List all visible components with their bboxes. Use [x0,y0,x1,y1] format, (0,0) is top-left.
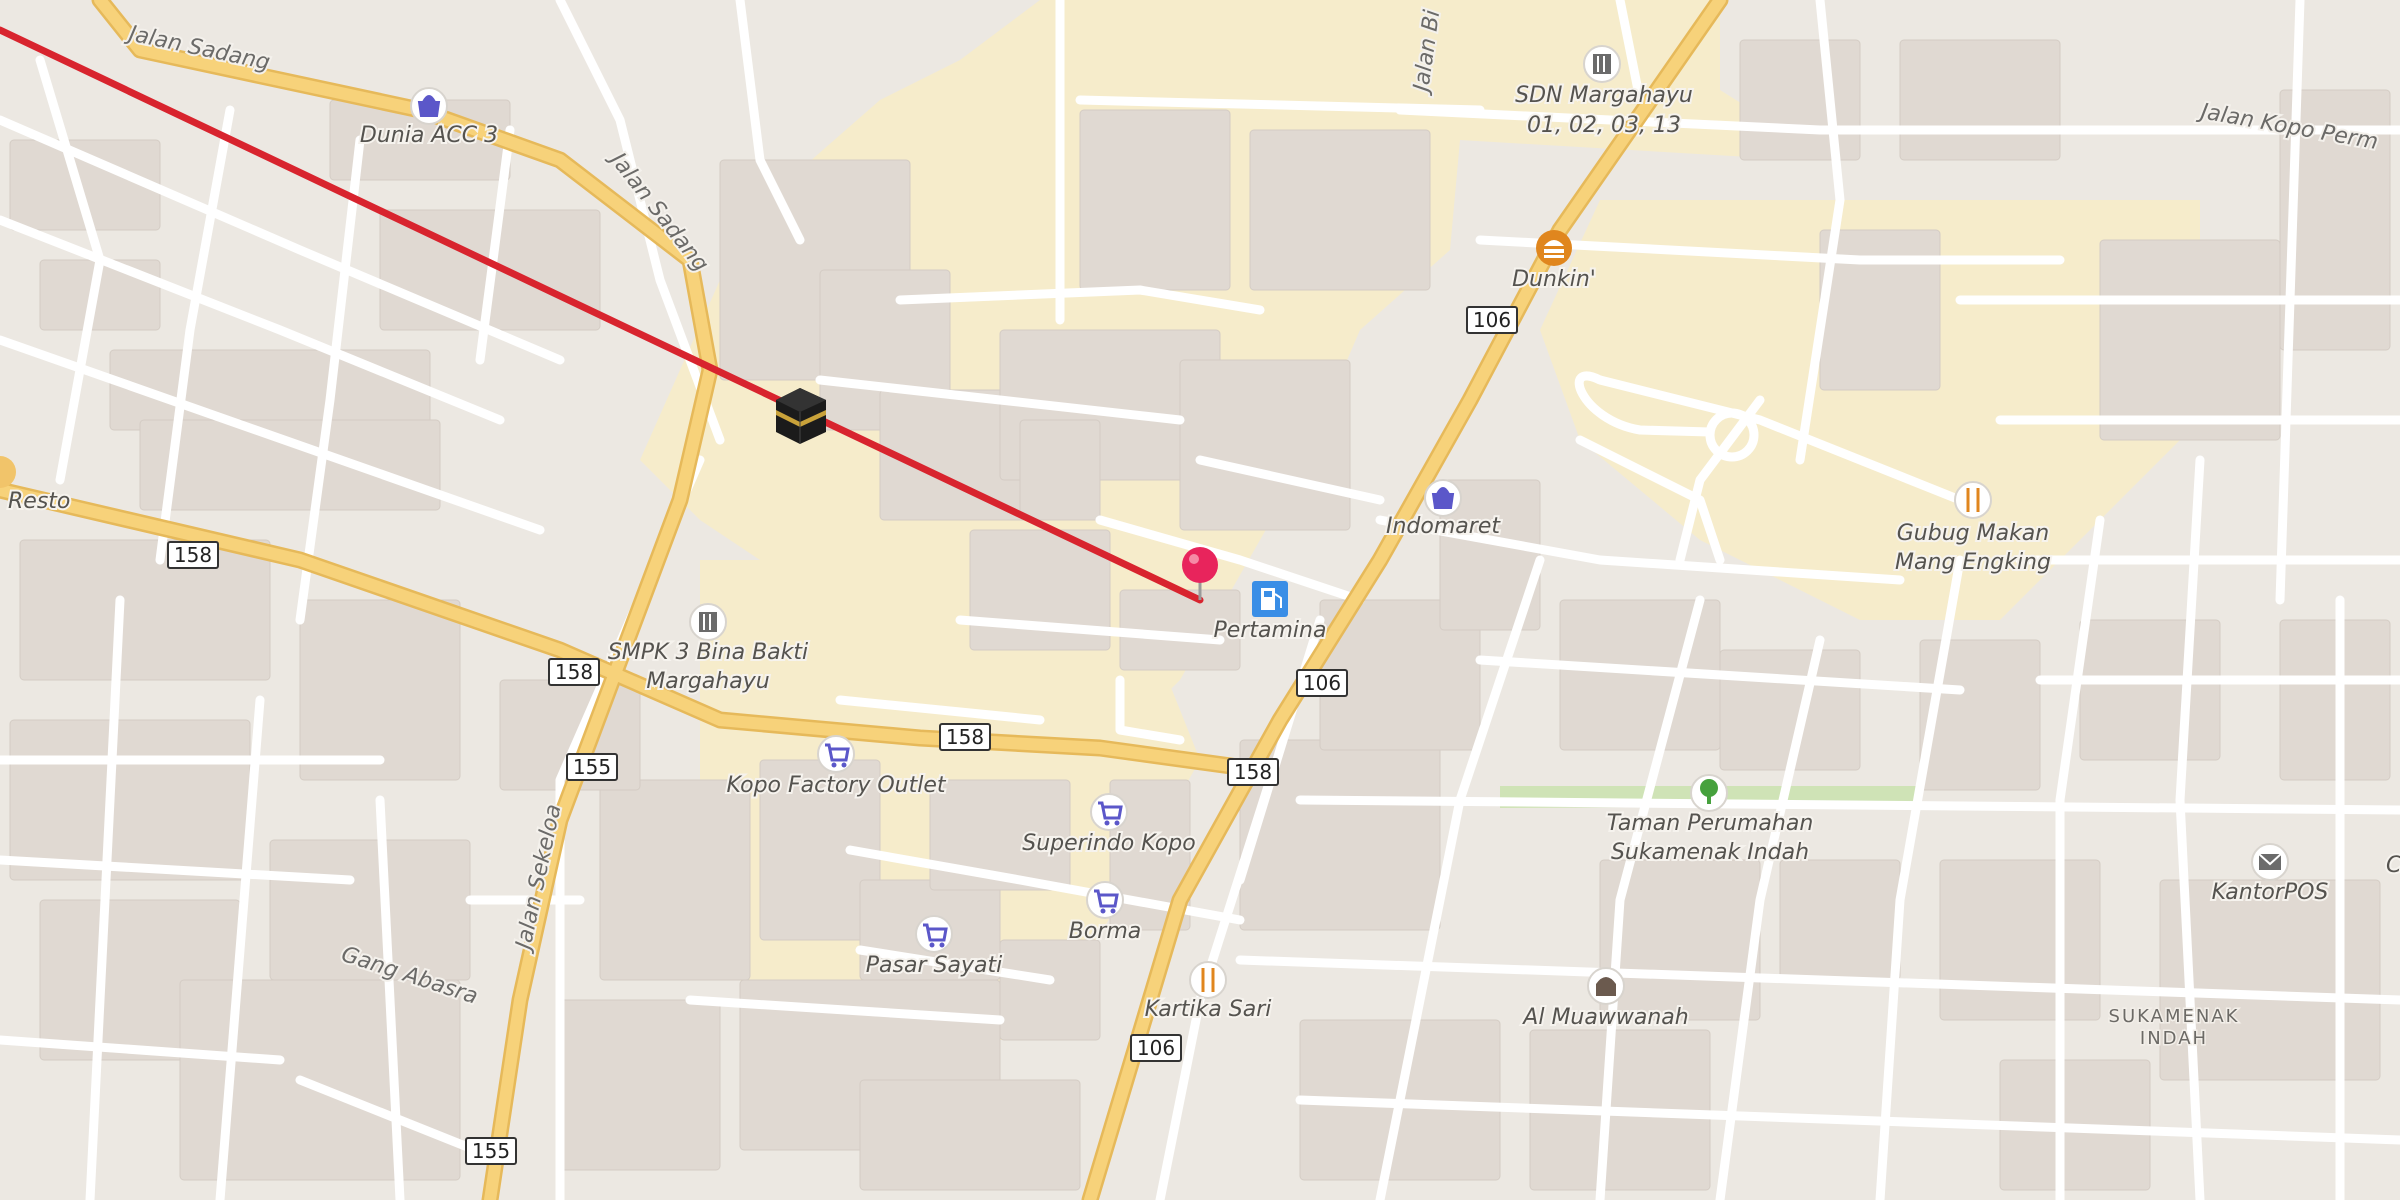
poi-label: Indomaret [1386,514,1501,539]
poi-label-line2: Mang Engking [1895,550,2051,575]
poi-label: Kartika Sari [1145,997,1272,1022]
poi-label-line2: Sukamenak Indah [1611,840,1809,865]
poi-label: Superindo Kopo [1022,831,1195,856]
poi-label: SDN Margahayu [1515,83,1693,108]
poi-label: Pasar Sayati [866,953,1002,978]
restaurant-icon [1189,961,1227,999]
svg-text:106: 106 [1473,308,1511,332]
poi-label: Chopp [2386,853,2400,878]
route-shield-155: 155 [566,753,618,781]
route-shield-158: 158 [548,658,600,686]
poi-label: Gubug Makan [1897,521,2050,546]
svg-text:155: 155 [472,1139,510,1163]
poi-label: Resto [8,489,70,514]
poi-label: SMPK 3 Bina Bakti [608,640,808,665]
svg-text:155: 155 [573,755,611,779]
svg-text:106: 106 [1137,1036,1175,1060]
fast-food-icon [1536,230,1572,266]
svg-text:106: 106 [1303,671,1341,695]
route-shield-158: 158 [939,723,991,751]
poi-label: Pertamina [1214,618,1327,643]
svg-text:158: 158 [174,543,212,567]
route-shield-155: 155 [465,1137,517,1165]
route-shield-106: 106 [1296,669,1348,697]
svg-text:158: 158 [1234,760,1272,784]
poi-label: Dunia ACC 3 [360,123,498,148]
svg-text:158: 158 [946,725,984,749]
map-view[interactable]: Jalan Sadang Jalan Sadang Jalan Sekeloa … [0,0,2400,1200]
svg-text:INDAH: INDAH [2140,1028,2208,1049]
route-shield-158: 158 [1227,758,1279,786]
route-shield-106: 106 [1466,306,1518,334]
poi-label: KantorPOS [2212,880,2329,905]
poi-label: Kopo Factory Outlet [726,773,946,798]
poi-label: Borma [1069,919,1142,944]
restaurant-icon [1954,481,1992,519]
poi-label-line2: Margahayu [646,669,769,694]
poi-label-line2: 01, 02, 03, 13 [1527,113,1681,138]
poi-label: Taman Perumahan [1607,811,1814,836]
poi-label: Al Muawwanah [1521,1005,1688,1030]
route-shield-158: 158 [167,541,219,569]
route-shield-106: 106 [1130,1034,1182,1062]
svg-text:158: 158 [555,660,593,684]
poi-chopp[interactable]: Chopp [2384,851,2400,880]
svg-text:SUKAMENAK: SUKAMENAK [2109,1006,2240,1027]
poi-label: Dunkin' [1512,267,1596,292]
